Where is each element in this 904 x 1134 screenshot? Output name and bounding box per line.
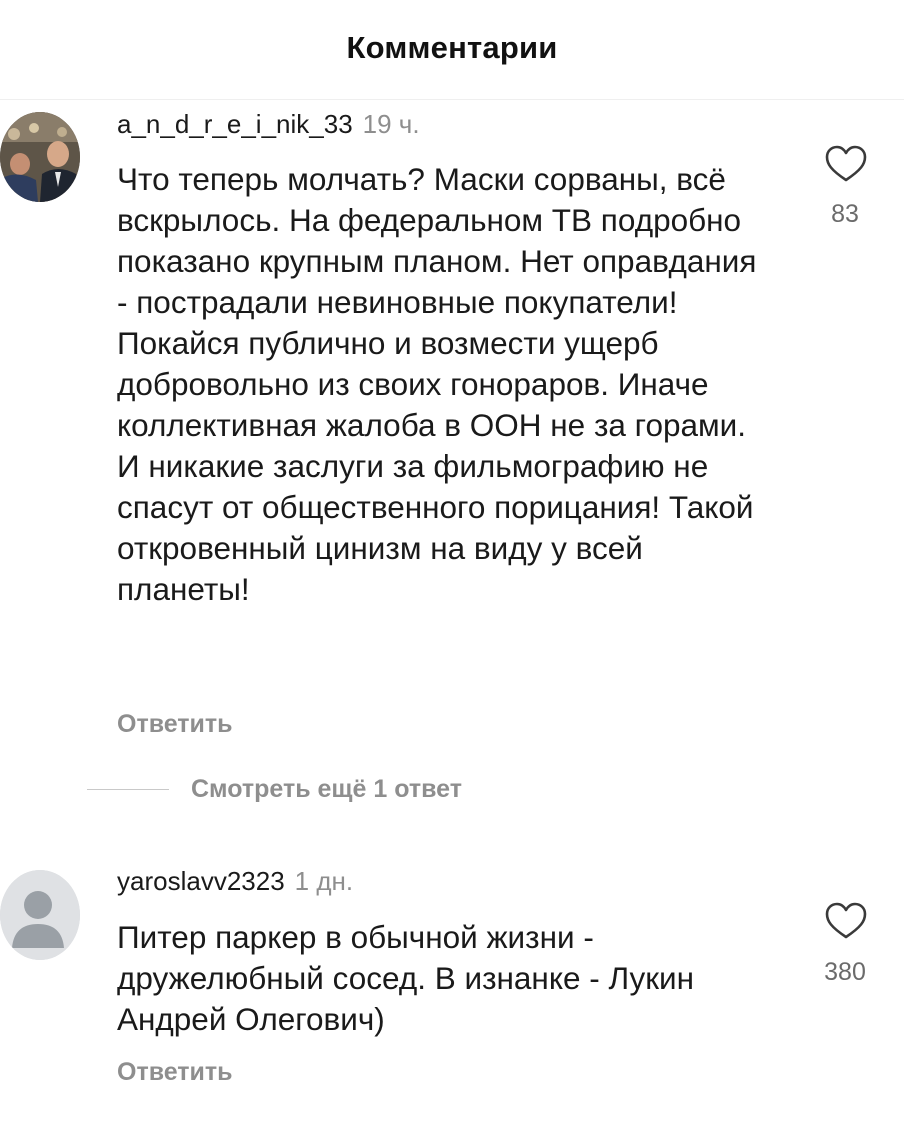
default-user-icon (0, 870, 80, 960)
page-title: Комментарии (346, 30, 558, 65)
like-count: 380 (824, 958, 866, 986)
comment-username[interactable]: a_n_d_r_e_i_nik_33 (117, 109, 353, 139)
heart-outline-icon (825, 902, 867, 939)
comment-text: Питер паркер в обычной жизни - дружелюбн… (117, 919, 695, 1037)
reply-button[interactable]: Ответить (117, 710, 233, 739)
comments-header: Комментарии (0, 0, 904, 100)
view-replies-label: Смотреть ещё 1 ответ (191, 775, 462, 803)
heart-outline-icon (825, 145, 867, 182)
avatar-photo (0, 112, 80, 202)
comment-meta: a_n_d_r_e_i_nik_33 19 ч. (117, 109, 420, 140)
avatar[interactable] (0, 870, 80, 960)
comment-meta: yaroslavv2323 1 дн. (117, 866, 353, 897)
view-replies-button[interactable]: Смотреть ещё 1 ответ (87, 775, 462, 815)
like-count: 83 (831, 200, 859, 228)
comment-time: 1 дн. (294, 866, 354, 896)
replies-divider (87, 789, 169, 790)
reply-button[interactable]: Ответить (117, 1058, 233, 1087)
comment-time: 19 ч. (362, 109, 420, 139)
comment-text: Что теперь молчать? Маски сорваны, всё в… (117, 161, 757, 607)
avatar[interactable] (0, 112, 80, 202)
like-button[interactable] (818, 143, 874, 183)
comment-username[interactable]: yaroslavv2323 (117, 866, 285, 896)
like-button[interactable] (818, 900, 874, 940)
